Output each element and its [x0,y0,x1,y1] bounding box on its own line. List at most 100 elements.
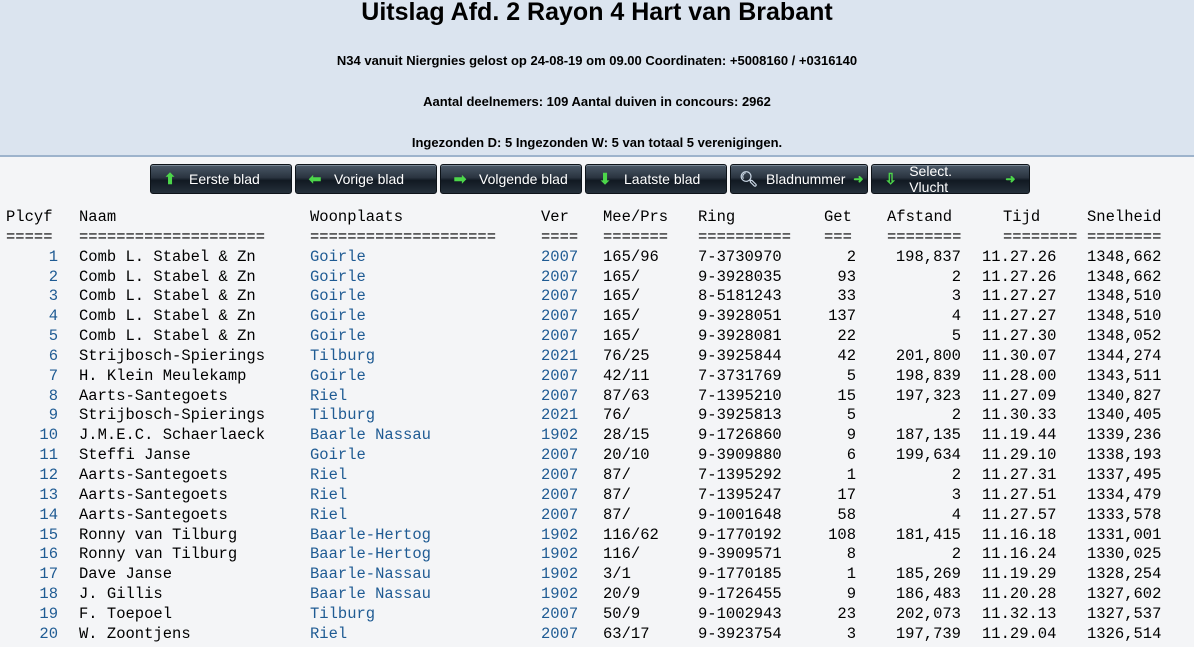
cell-place[interactable]: 13 [6,486,58,504]
cell-location[interactable]: Baarle-Hertog [310,545,431,563]
cell-club[interactable]: 2007 [541,287,578,305]
cell-place[interactable]: 17 [6,565,58,583]
cell-place[interactable]: 8 [6,387,58,405]
cell-time: 11.29.04 [982,624,1057,643]
cell-time: 11.30.33 [982,406,1057,425]
table-row: 6 Strijbosch-Spierings Tilburg 2021 76/25 9-3… [6,347,1162,367]
cell-marked: 33 [837,287,856,306]
cell-club[interactable]: 2021 [541,347,578,365]
cell-location[interactable]: Baarle-Hertog [310,526,431,544]
cell-entries: 3/1 [603,565,631,584]
cell-place[interactable]: 19 [6,605,58,623]
cell-place[interactable]: 10 [6,426,58,444]
cell-place[interactable]: 4 [6,307,58,325]
cell-location[interactable]: Baarle-Nassau [310,565,431,583]
cell-place[interactable]: 20 [6,625,58,643]
cell-club[interactable]: 1902 [541,426,578,444]
cell-location[interactable]: Goirle [310,287,366,305]
cell-club[interactable]: 2007 [541,327,578,345]
cell-club[interactable]: 2007 [541,486,578,504]
table-row: 12 Aarts-Santegoets Riel 2007 87/7-1395292 1 2… [6,466,1161,486]
col-afstand: Afstand [887,208,953,226]
cell-name: Strijbosch-Spierings [79,346,266,365]
cell-club[interactable]: 2007 [541,605,578,623]
cell-location[interactable]: Goirle [310,307,366,325]
cell-name: Aarts-Santegoets [79,465,228,484]
cell-distance: 202,073 [895,604,961,623]
cell-time: 11.27.31 [982,465,1057,484]
cell-place[interactable]: 6 [6,347,58,365]
first-page-button[interactable]: ⬆ Eerste blad [150,164,292,194]
cell-club[interactable]: 2007 [541,248,578,266]
cell-place[interactable]: 11 [6,446,58,464]
table-row: 15 Ronny van Tilburg Baarle-Hertog 1902 116/… [6,526,1161,546]
cell-location[interactable]: Baarle Nassau [310,585,431,603]
cell-place[interactable]: 16 [6,545,58,563]
table-row: 1 Comb L. Stabel & Zn Goirle 2007 165/96 7-37… [6,248,1162,268]
cell-club[interactable]: 2021 [541,406,578,424]
cell-time: 11.27.57 [982,505,1057,524]
cell-club[interactable]: 2007 [541,506,578,524]
next-page-button[interactable]: ➡ Volgende blad [440,164,582,194]
table-row: 16 Ronny van Tilburg Baarle-Hertog 1902 116/… [6,545,1161,565]
cell-club[interactable]: 1902 [541,585,578,603]
underline-ver: ==== [541,227,579,246]
underline-tijd: ======== [1003,227,1078,246]
cell-marked: 3 [846,624,856,643]
page-number-button[interactable]: 🔍︎ Bladnummer ➜ [730,164,868,194]
col-plcyf: Plcyf [6,208,53,226]
cell-club[interactable]: 2007 [541,625,578,643]
cell-location[interactable]: Riel [310,506,347,524]
cell-location[interactable]: Riel [310,387,347,405]
cell-speed: 1337,495 [1087,465,1162,484]
cell-place[interactable]: 12 [6,466,58,484]
cell-club[interactable]: 2007 [541,387,578,405]
cell-location[interactable]: Riel [310,466,347,484]
table-row: 3 Comb L. Stabel & Zn Goirle 2007 165/8-5181… [6,287,1162,307]
last-page-button[interactable]: ⬇ Laatste blad [585,164,727,194]
cell-place[interactable]: 1 [6,248,58,266]
previous-page-button[interactable]: ⬅ Vorige blad [295,164,437,194]
cell-place[interactable]: 7 [6,367,58,385]
cell-marked: 42 [837,346,856,365]
underline-naam: ==================== [79,227,266,246]
cell-club[interactable]: 2007 [541,367,578,385]
cell-location[interactable]: Goirle [310,327,366,345]
cell-location[interactable]: Goirle [310,446,366,464]
cell-place[interactable]: 15 [6,526,58,544]
cell-place[interactable]: 2 [6,268,58,286]
cell-club[interactable]: 2007 [541,307,578,325]
cell-location[interactable]: Goirle [310,367,366,385]
cell-time: 11.19.44 [982,426,1057,445]
underline-meeprs: ======= [603,227,669,246]
cell-location[interactable]: Goirle [310,248,366,266]
cell-place[interactable]: 3 [6,287,58,305]
cell-speed: 1348,510 [1087,307,1162,326]
cell-place[interactable]: 14 [6,506,58,524]
cell-name: Steffi Janse [79,446,191,465]
cell-location[interactable]: Tilburg [310,406,375,424]
table-row: 9 Strijbosch-Spierings Tilburg 2021 76/9-392… [6,406,1162,426]
cell-club[interactable]: 1902 [541,545,578,563]
cell-location[interactable]: Baarle Nassau [310,426,431,444]
cell-club[interactable]: 2007 [541,446,578,464]
cell-location[interactable]: Tilburg [310,605,375,623]
cell-location[interactable]: Riel [310,625,347,643]
cell-place[interactable]: 9 [6,406,58,424]
cell-speed: 1348,510 [1087,287,1162,306]
cell-time: 11.28.00 [982,366,1057,385]
cell-time: 11.27.27 [982,307,1057,326]
select-flight-button[interactable]: ⇩ Select. Vlucht ➜ [871,163,1030,195]
cell-location[interactable]: Tilburg [310,347,375,365]
cell-location[interactable]: Goirle [310,268,366,286]
cell-club[interactable]: 1902 [541,565,578,583]
cell-place[interactable]: 18 [6,585,58,603]
cell-location[interactable]: Riel [310,486,347,504]
cell-place[interactable]: 5 [6,327,58,345]
cell-speed: 1327,537 [1087,604,1162,623]
table-row: 5 Comb L. Stabel & Zn Goirle 2007 165/9-3928… [6,327,1162,347]
cell-club[interactable]: 2007 [541,268,578,286]
cell-ring: 9-3909571 [698,545,782,564]
cell-club[interactable]: 2007 [541,466,578,484]
cell-club[interactable]: 1902 [541,526,578,544]
